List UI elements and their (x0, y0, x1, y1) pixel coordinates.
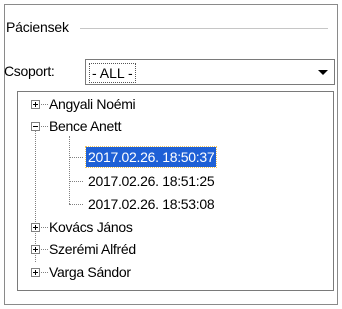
tree-item-session[interactable]: 2017.02.26. 18:53:08 (88, 194, 215, 214)
tree-connector-line (41, 272, 48, 273)
group-filter-label: Csoport: (4, 63, 55, 79)
group-title: Páciensek (6, 19, 69, 35)
tree-item-patient[interactable]: Kovács János (49, 217, 133, 237)
tree-connector-line (41, 104, 48, 105)
tree-connector-line (41, 126, 48, 127)
tree-item-patient[interactable]: Angyali Noémi (49, 94, 136, 114)
plus-box-icon[interactable] (31, 223, 40, 232)
tree-connector-line (35, 122, 36, 262)
tree-item-session[interactable]: 2017.02.26. 18:50:37 (84, 146, 218, 168)
plus-box-icon[interactable] (31, 268, 40, 277)
tree-connector-line (69, 157, 83, 158)
minus-box-icon[interactable] (31, 122, 40, 131)
patient-tree[interactable]: Angyali Noémi Bence Anett 2017.02.26. 18… (17, 91, 334, 291)
tree-item-session[interactable]: 2017.02.26. 18:51:25 (88, 171, 215, 191)
tree-connector-line (69, 136, 70, 204)
tree-connector-line (41, 227, 48, 228)
tree-item-patient[interactable]: Varga Sándor (49, 262, 131, 282)
plus-box-icon[interactable] (31, 100, 40, 109)
tree-connector-line (41, 249, 48, 250)
tree-item-patient[interactable]: Bence Anett (49, 116, 122, 136)
tree-connector-line (69, 204, 83, 205)
plus-box-icon[interactable] (31, 245, 40, 254)
group-title-divider (80, 28, 328, 29)
tree-connector-line (69, 181, 83, 182)
chevron-down-icon[interactable] (314, 62, 332, 82)
group-filter-dropdown[interactable]: - ALL - (85, 59, 335, 85)
group-filter-value: - ALL - (89, 63, 136, 83)
tree-item-patient[interactable]: Szerémi Alfréd (49, 239, 136, 259)
